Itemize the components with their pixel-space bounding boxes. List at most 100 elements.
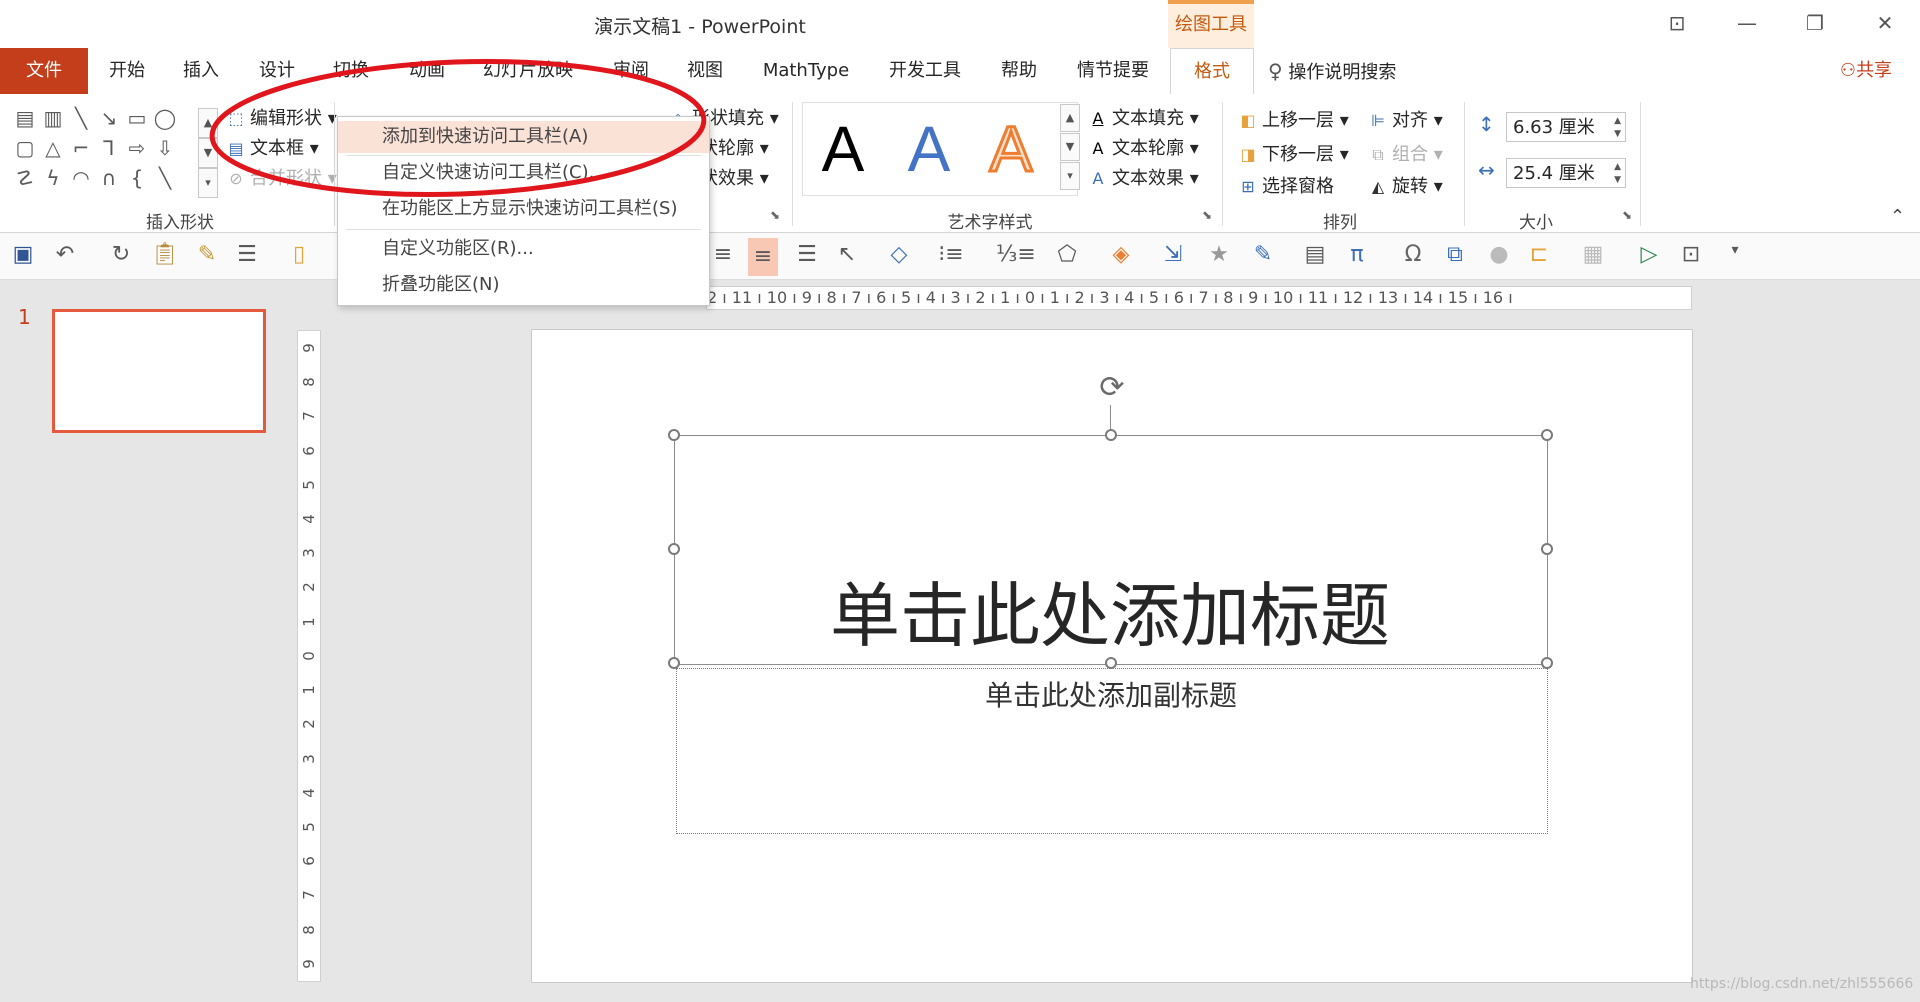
- shape-height-input[interactable]: 6.63 厘米 ▲ ▼: [1506, 112, 1626, 142]
- resize-handle-bottom[interactable]: [1105, 657, 1117, 669]
- shape-outline-qat-icon[interactable]: ⬠: [1052, 242, 1082, 267]
- numbering-icon[interactable]: ⅓≡: [996, 242, 1036, 267]
- tab-mathtype[interactable]: MathType: [754, 48, 858, 94]
- shape-styles-dialog-launcher[interactable]: ⬊: [770, 208, 780, 222]
- curve-shape-icon[interactable]: ∩: [96, 166, 122, 190]
- width-spin-down[interactable]: ▼: [1614, 174, 1621, 186]
- text-effects-button[interactable]: A 文本效果 ▾: [1088, 164, 1199, 190]
- resize-handle-left[interactable]: [668, 543, 680, 555]
- duplicate-icon[interactable]: ⧉: [1440, 242, 1470, 267]
- undo-icon[interactable]: ↶: [50, 242, 80, 267]
- elbow-connector-shape-icon[interactable]: ⌐: [68, 136, 94, 160]
- text-box-qat-icon[interactable]: ▤: [1300, 242, 1330, 267]
- collapse-ribbon-chevron-icon[interactable]: ⌃: [1890, 206, 1905, 227]
- animation-icon[interactable]: ⇲: [1158, 242, 1188, 267]
- justify-icon[interactable]: ☰: [792, 242, 822, 267]
- tab-help[interactable]: 帮助: [992, 48, 1046, 94]
- star-icon[interactable]: ★: [1204, 242, 1234, 267]
- edit-shape-button[interactable]: ⬚ 编辑形状 ▾: [226, 104, 336, 130]
- oval-shape-icon[interactable]: ◯: [152, 106, 178, 130]
- shapes-icon[interactable]: ◇: [884, 242, 914, 267]
- size-dialog-launcher[interactable]: ⬊: [1622, 208, 1632, 222]
- restore-button[interactable]: ❐: [1792, 6, 1838, 40]
- wordart-scroll-down-button[interactable]: ▼: [1060, 133, 1080, 161]
- right-arrow-shape-icon[interactable]: ⇨: [124, 136, 150, 160]
- title-placeholder-text[interactable]: 单击此处添加标题: [674, 570, 1546, 662]
- bring-forward-button[interactable]: ◧ 上移一层 ▾: [1238, 106, 1348, 132]
- customize-qat-chevron-icon[interactable]: ▾: [1720, 242, 1750, 258]
- arrange-icon[interactable]: ⊏: [1524, 242, 1554, 267]
- freeform-shape-icon[interactable]: ☡: [12, 166, 38, 190]
- diagonal-line-shape-icon[interactable]: ╲: [152, 166, 178, 190]
- layout-icon[interactable]: ☰: [232, 242, 262, 267]
- shape-width-input[interactable]: 25.4 厘米 ▲ ▼: [1506, 158, 1626, 188]
- menu-collapse-ribbon[interactable]: 折叠功能区(N): [338, 269, 709, 301]
- minimize-button[interactable]: —: [1724, 6, 1770, 40]
- resize-handle-bottom-right[interactable]: [1541, 657, 1553, 669]
- elbow-arrow-shape-icon[interactable]: ⅂: [96, 136, 122, 160]
- menu-add-to-qat[interactable]: 添加到快速访问工具栏(A): [338, 121, 709, 153]
- save-icon[interactable]: ▣: [8, 242, 38, 267]
- shape-effects-button[interactable]: 状效果 ▾: [700, 164, 769, 190]
- selection-pane-button[interactable]: ⊞ 选择窗格: [1238, 172, 1334, 198]
- gallery-scroll-down-button[interactable]: ▼: [198, 138, 218, 168]
- vertical-text-box-shape-icon[interactable]: ▥: [40, 106, 66, 130]
- rotate-button[interactable]: ◭ 旋转 ▾: [1368, 172, 1443, 198]
- resize-handle-right[interactable]: [1541, 543, 1553, 555]
- circle-icon[interactable]: ●: [1484, 242, 1514, 267]
- tab-insert[interactable]: 插入: [172, 48, 230, 94]
- slide-thumbnail[interactable]: [52, 309, 266, 433]
- text-fill-button[interactable]: A 文本填充 ▾: [1088, 104, 1199, 130]
- align-left-icon[interactable]: ≡: [708, 242, 738, 267]
- menu-customize-ribbon[interactable]: 自定义功能区(R)...: [338, 233, 709, 265]
- select-arrow-icon[interactable]: ↖: [832, 242, 862, 267]
- ribbon-display-options-button[interactable]: ⊡: [1654, 6, 1700, 40]
- grid-icon[interactable]: ▦: [1578, 242, 1608, 267]
- tab-home[interactable]: 开始: [98, 48, 156, 94]
- tab-slideshow[interactable]: 幻灯片放映: [476, 48, 580, 94]
- tab-review[interactable]: 审阅: [604, 48, 658, 94]
- present-icon[interactable]: ⊡: [1676, 242, 1706, 267]
- height-spin-down[interactable]: ▼: [1614, 128, 1621, 140]
- wordart-style-orange-outline[interactable]: A: [970, 106, 1052, 192]
- width-spin-up[interactable]: ▲: [1614, 161, 1621, 173]
- fill-color-icon[interactable]: ◈: [1106, 242, 1136, 267]
- wordart-style-black[interactable]: A: [802, 106, 884, 192]
- subtitle-placeholder-text[interactable]: 单击此处添加副标题: [676, 674, 1546, 714]
- tab-storyboard[interactable]: 情节提要: [1068, 48, 1158, 94]
- redo-icon[interactable]: ↻: [106, 242, 136, 267]
- down-arrow-shape-icon[interactable]: ⇩: [152, 136, 178, 160]
- triangle-shape-icon[interactable]: △: [40, 136, 66, 160]
- tab-design[interactable]: 设计: [248, 48, 306, 94]
- resize-handle-top-right[interactable]: [1541, 429, 1553, 441]
- new-slide-icon[interactable]: ▯: [284, 242, 314, 267]
- wordart-scroll-up-button[interactable]: ▲: [1060, 104, 1080, 132]
- align-button[interactable]: ⊫ 对齐 ▾: [1368, 106, 1443, 132]
- text-box-button[interactable]: ▤ 文本框 ▾: [226, 134, 318, 160]
- resize-handle-top[interactable]: [1105, 429, 1117, 441]
- pi-equation-icon[interactable]: π: [1342, 242, 1372, 267]
- tab-file[interactable]: 文件: [0, 48, 88, 94]
- gallery-scroll-up-button[interactable]: ▲: [198, 108, 218, 138]
- wordart-style-blue[interactable]: A: [888, 106, 970, 192]
- wordart-more-button[interactable]: ▾: [1060, 162, 1080, 190]
- text-outline-button[interactable]: A 文本轮廓 ▾: [1088, 134, 1199, 160]
- shape-outline-button[interactable]: 状轮廓 ▾: [700, 134, 769, 160]
- resize-handle-bottom-left[interactable]: [668, 657, 680, 669]
- rotate-handle-icon[interactable]: ⟳: [1094, 370, 1130, 406]
- tab-format[interactable]: 格式: [1170, 48, 1254, 96]
- tab-view[interactable]: 视图: [678, 48, 732, 94]
- menu-show-qat-above[interactable]: 在功能区上方显示快速访问工具栏(S): [338, 193, 709, 225]
- wordart-dialog-launcher[interactable]: ⬊: [1202, 208, 1212, 222]
- paste-icon[interactable]: 📋︎: [150, 242, 180, 267]
- align-center-icon[interactable]: ≡: [748, 238, 778, 276]
- arc-shape-icon[interactable]: ◠: [68, 166, 94, 190]
- tell-me-search[interactable]: ♀ 操作说明搜索: [1268, 48, 1428, 94]
- tab-transitions[interactable]: 切换: [322, 48, 380, 94]
- bullets-icon[interactable]: ⁝≡: [936, 242, 966, 267]
- arrow-line-shape-icon[interactable]: ↘: [96, 106, 122, 130]
- tab-animations[interactable]: 动画: [398, 48, 456, 94]
- text-box-shape-icon[interactable]: ▤: [12, 106, 38, 130]
- brace-shape-icon[interactable]: {: [124, 166, 150, 190]
- height-spin-up[interactable]: ▲: [1614, 115, 1621, 127]
